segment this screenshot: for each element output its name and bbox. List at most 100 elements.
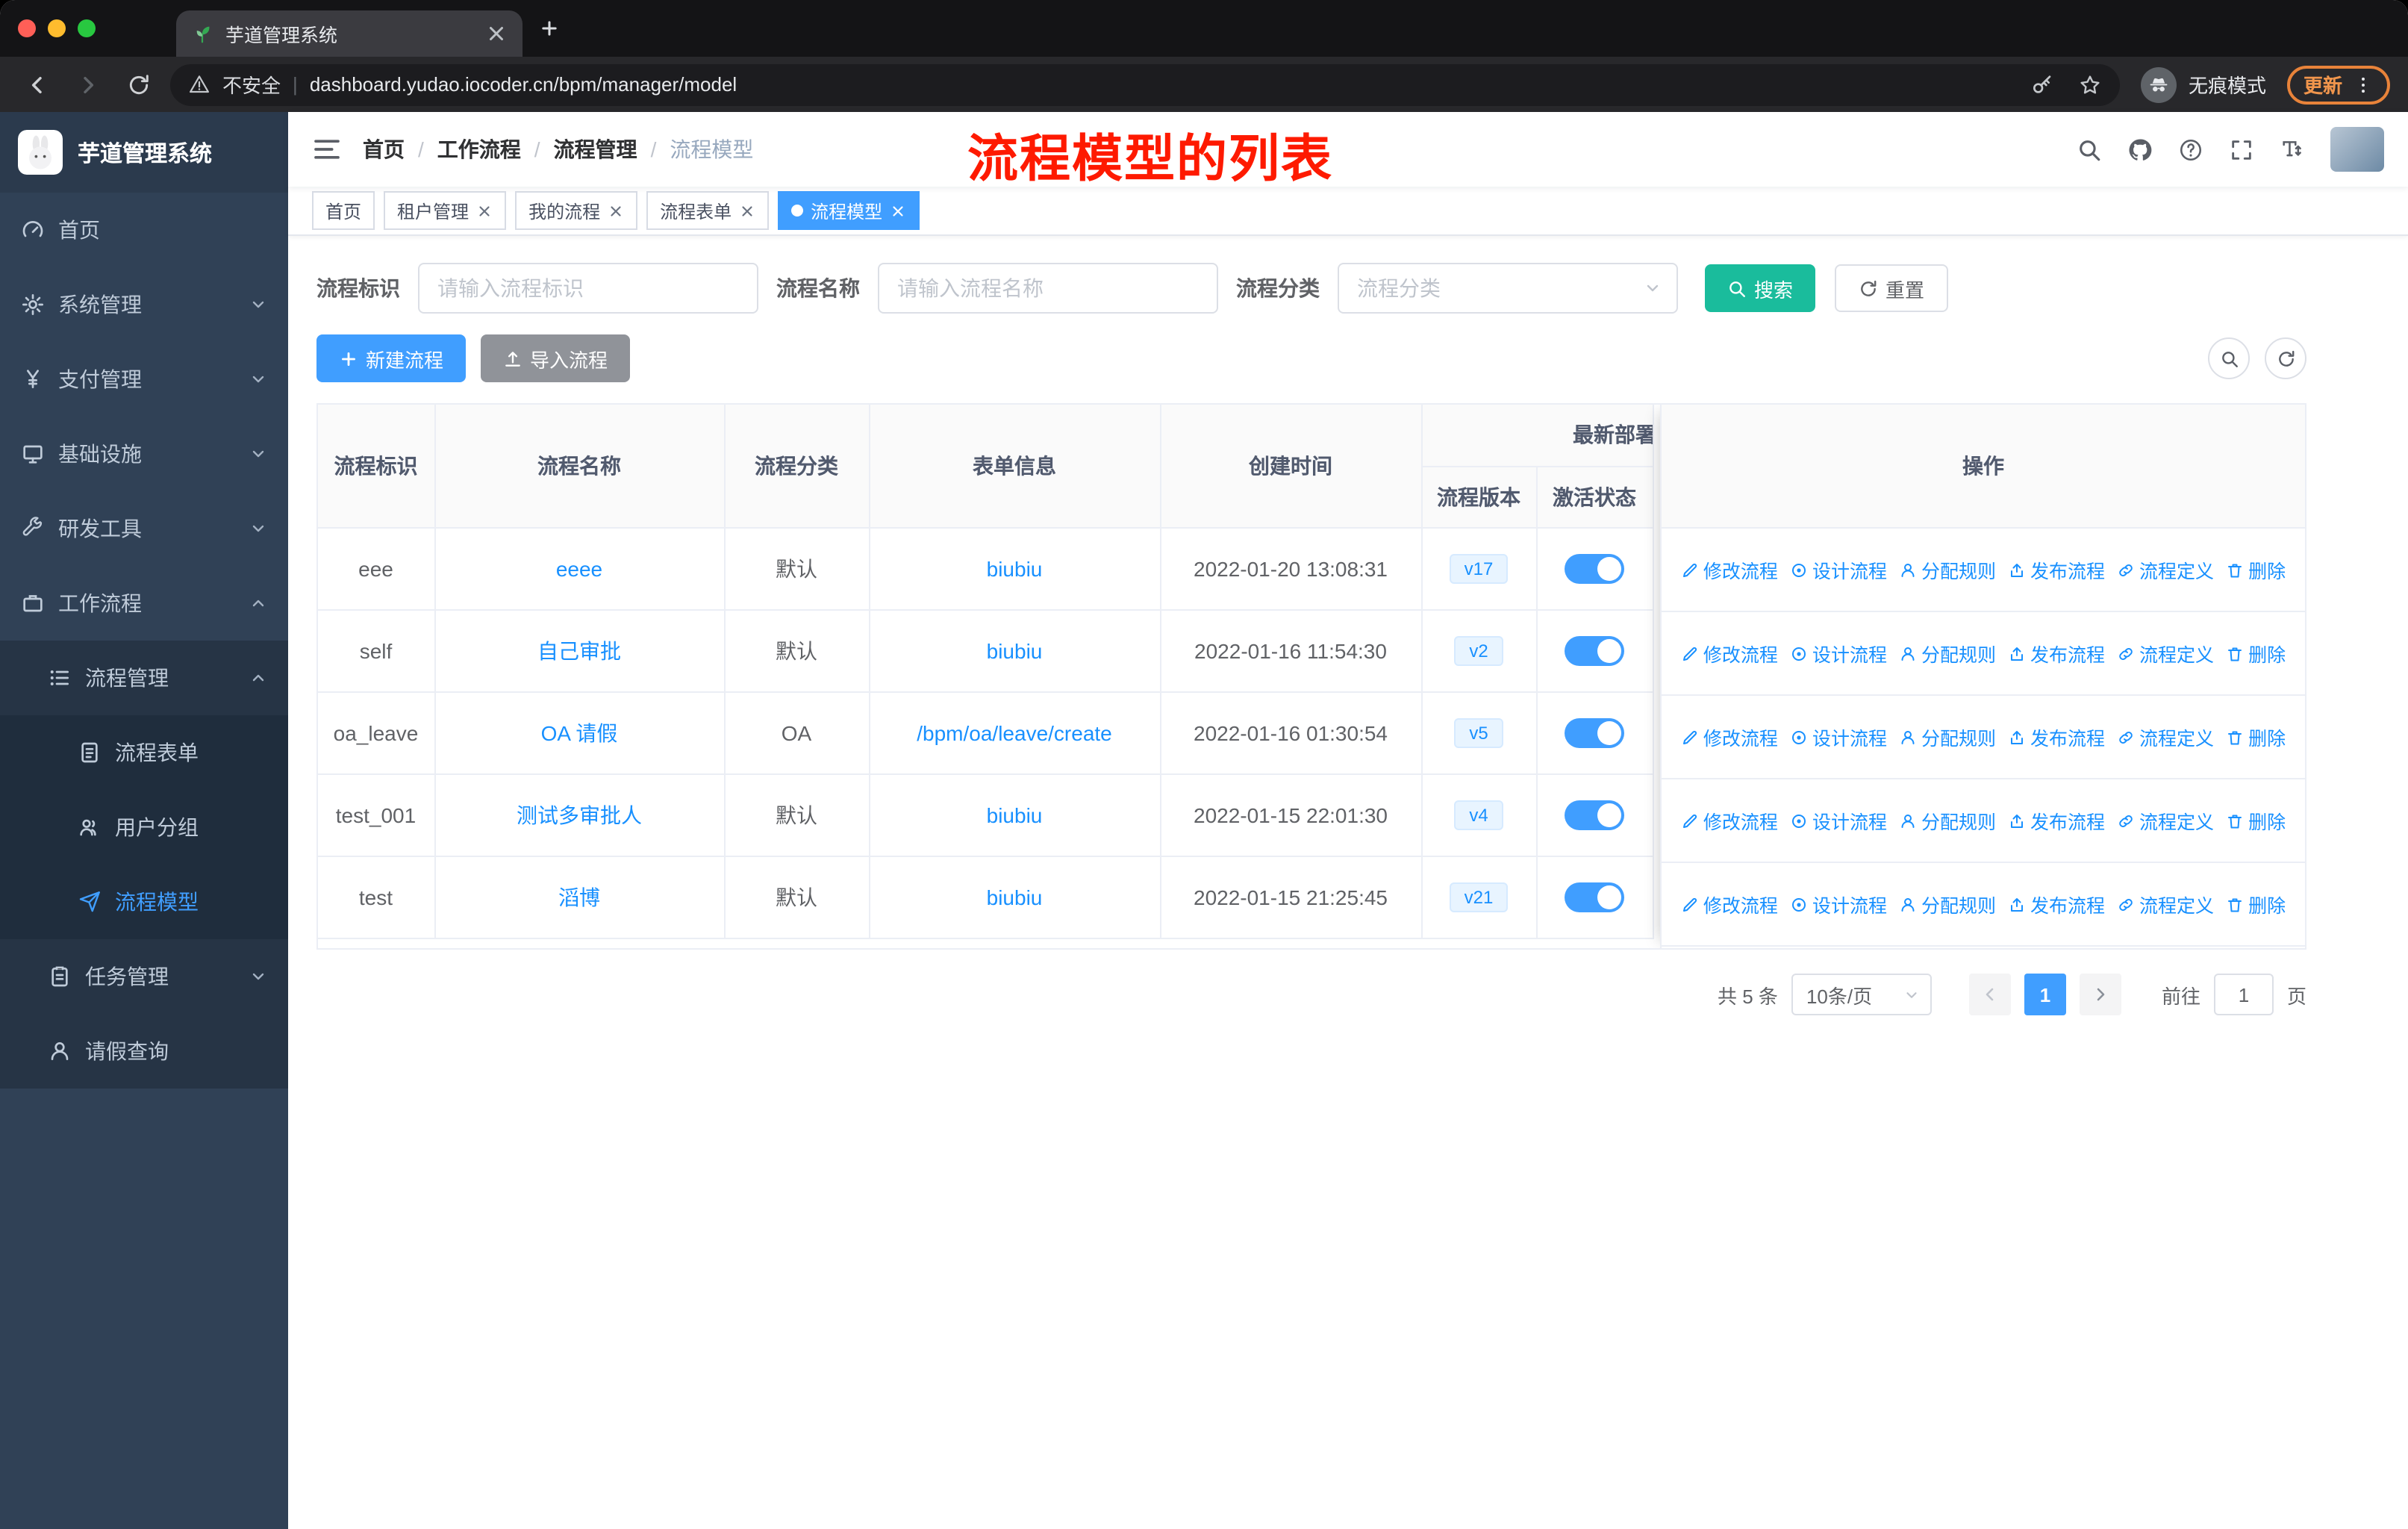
action-design-link[interactable]: 设计流程: [1790, 639, 1887, 667]
sidebar-item-task-management[interactable]: 任务管理: [0, 939, 288, 1014]
github-icon[interactable]: [2127, 137, 2153, 162]
search-button[interactable]: 搜索: [1705, 264, 1816, 312]
browser-tab[interactable]: 芋道管理系统: [176, 10, 523, 57]
font-size-icon[interactable]: [2280, 137, 2305, 162]
process-name-input[interactable]: [878, 263, 1218, 314]
action-publish-link[interactable]: 发布流程: [2008, 890, 2105, 918]
action-delete-link[interactable]: 删除: [2226, 890, 2286, 918]
window-minimize-button[interactable]: [48, 19, 66, 37]
sidebar-item-process-form[interactable]: 流程表单: [0, 715, 288, 790]
action-delete-link[interactable]: 删除: [2226, 723, 2286, 751]
process-name-link[interactable]: 自己审批: [537, 638, 621, 662]
back-button[interactable]: [18, 65, 57, 104]
action-publish-link[interactable]: 发布流程: [2008, 723, 2105, 751]
browser-update-button[interactable]: 更新: [2286, 65, 2390, 104]
breadcrumb-item[interactable]: 工作流程: [437, 134, 521, 164]
form-link[interactable]: /bpm/oa/leave/create: [917, 720, 1112, 744]
window-zoom-button[interactable]: [78, 19, 96, 37]
sidebar-item-system[interactable]: 系统管理: [0, 267, 288, 342]
window-close-button[interactable]: [18, 19, 36, 37]
import-process-button[interactable]: 导入流程: [481, 334, 631, 382]
sidebar-item-leave-query[interactable]: 请假查询: [0, 1014, 288, 1089]
action-design-link[interactable]: 设计流程: [1790, 806, 1887, 835]
action-publish-link[interactable]: 发布流程: [2008, 639, 2105, 667]
search-icon[interactable]: [2077, 137, 2102, 162]
close-icon[interactable]: [608, 202, 624, 219]
tag-my-process[interactable]: 我的流程: [515, 191, 638, 230]
sidebar-item-process-model[interactable]: 流程模型: [0, 865, 288, 939]
action-design-link[interactable]: 设计流程: [1790, 723, 1887, 751]
action-definition-link[interactable]: 流程定义: [2117, 806, 2214, 835]
action-modify-link[interactable]: 修改流程: [1681, 723, 1778, 751]
sidebar-item-devtools[interactable]: 研发工具: [0, 491, 288, 566]
action-design-link[interactable]: 设计流程: [1790, 890, 1887, 918]
page-size-select[interactable]: 10条/页: [1791, 974, 1932, 1015]
process-name-link[interactable]: 滔博: [558, 885, 600, 909]
user-avatar[interactable]: [2330, 127, 2384, 172]
breadcrumb-item[interactable]: 流程管理: [554, 134, 637, 164]
password-key-icon[interactable]: [2030, 72, 2054, 96]
current-page-button[interactable]: 1: [2024, 974, 2066, 1015]
reload-button[interactable]: [119, 65, 158, 104]
reset-button[interactable]: 重置: [1835, 264, 1949, 312]
help-question-icon[interactable]: [2178, 137, 2203, 162]
action-modify-link[interactable]: 修改流程: [1681, 555, 1778, 584]
toggle-search-button[interactable]: [2208, 337, 2250, 379]
sidebar-item-home[interactable]: 首页: [0, 193, 288, 267]
action-delete-link[interactable]: 删除: [2226, 555, 2286, 584]
process-name-link[interactable]: 测试多审批人: [517, 803, 642, 826]
action-assign-rule-link[interactable]: 分配规则: [1899, 639, 1996, 667]
active-toggle[interactable]: [1565, 635, 1624, 665]
category-select[interactable]: 流程分类: [1338, 263, 1678, 314]
forward-button[interactable]: [69, 65, 107, 104]
action-design-link[interactable]: 设计流程: [1790, 555, 1887, 584]
close-icon[interactable]: [890, 202, 906, 219]
close-icon[interactable]: [739, 202, 755, 219]
close-icon[interactable]: [476, 202, 493, 219]
tag-process-form[interactable]: 流程表单: [646, 191, 770, 230]
action-definition-link[interactable]: 流程定义: [2117, 723, 2214, 751]
active-toggle[interactable]: [1565, 800, 1624, 829]
action-publish-link[interactable]: 发布流程: [2008, 555, 2105, 584]
browser-menu-dots-icon[interactable]: [2353, 74, 2374, 95]
active-toggle[interactable]: [1565, 553, 1624, 583]
sidebar-item-workflow[interactable]: 工作流程: [0, 566, 288, 641]
form-link[interactable]: biubiu: [987, 638, 1043, 662]
sidebar-item-user-group[interactable]: 用户分组: [0, 790, 288, 865]
goto-page-input[interactable]: [2213, 974, 2274, 1015]
tag-process-model[interactable]: 流程模型: [778, 191, 920, 230]
sidebar-item-process-management[interactable]: 流程管理: [0, 641, 288, 715]
next-page-button[interactable]: [2079, 974, 2121, 1015]
action-modify-link[interactable]: 修改流程: [1681, 890, 1778, 918]
action-assign-rule-link[interactable]: 分配规则: [1899, 806, 1996, 835]
action-assign-rule-link[interactable]: 分配规则: [1899, 555, 1996, 584]
sidebar-item-infrastructure[interactable]: 基础设施: [0, 417, 288, 491]
create-process-button[interactable]: 新建流程: [316, 334, 467, 382]
tag-home[interactable]: 首页: [312, 191, 375, 230]
action-definition-link[interactable]: 流程定义: [2117, 555, 2214, 584]
action-definition-link[interactable]: 流程定义: [2117, 639, 2214, 667]
address-bar[interactable]: 不安全 | dashboard.yudao.iocoder.cn/bpm/man…: [170, 63, 2120, 105]
action-modify-link[interactable]: 修改流程: [1681, 639, 1778, 667]
hamburger-icon[interactable]: [312, 134, 342, 164]
action-publish-link[interactable]: 发布流程: [2008, 806, 2105, 835]
bookmark-star-icon[interactable]: [2078, 72, 2102, 96]
active-toggle[interactable]: [1565, 717, 1624, 747]
active-toggle[interactable]: [1565, 882, 1624, 912]
process-name-link[interactable]: OA 请假: [541, 720, 618, 744]
fullscreen-icon[interactable]: [2229, 137, 2254, 162]
action-modify-link[interactable]: 修改流程: [1681, 806, 1778, 835]
breadcrumb-item[interactable]: 首页: [363, 134, 405, 164]
process-id-input[interactable]: [418, 263, 758, 314]
action-assign-rule-link[interactable]: 分配规则: [1899, 890, 1996, 918]
action-delete-link[interactable]: 删除: [2226, 806, 2286, 835]
form-link[interactable]: biubiu: [987, 885, 1043, 909]
tag-tenant-management[interactable]: 租户管理: [384, 191, 507, 230]
tab-close-icon[interactable]: [485, 22, 508, 45]
action-definition-link[interactable]: 流程定义: [2117, 890, 2214, 918]
process-name-link[interactable]: eeee: [556, 556, 602, 580]
form-link[interactable]: biubiu: [987, 556, 1043, 580]
sidebar-item-payment[interactable]: 支付管理: [0, 342, 288, 417]
action-delete-link[interactable]: 删除: [2226, 639, 2286, 667]
action-assign-rule-link[interactable]: 分配规则: [1899, 723, 1996, 751]
